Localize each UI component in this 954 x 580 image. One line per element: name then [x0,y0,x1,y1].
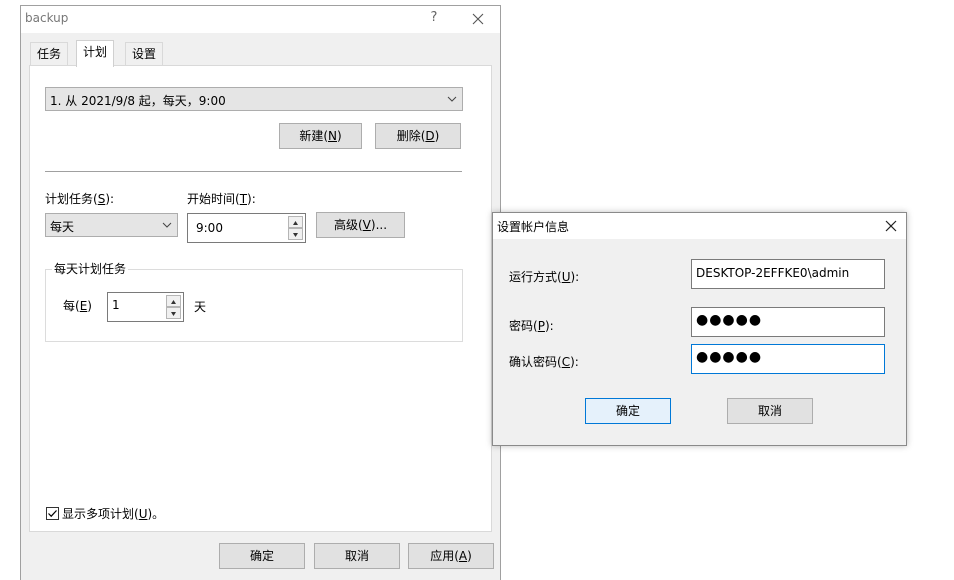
button-label-end: ) [336,129,342,143]
run-as-value: DESKTOP-2EFFKE0\admin [696,266,850,280]
new-button[interactable]: 新建(N) [279,123,362,149]
tab-label: 计划 [83,45,108,59]
dialog-ok-button[interactable]: 确定 [585,398,671,424]
spinner-arrows [166,295,181,319]
confirm-password-mask: ●●●●● [696,349,763,365]
access-key: P [537,319,545,333]
title-bar: 设置帐户信息 [493,213,906,239]
access-key: C [561,355,571,369]
label-text: 运行方式( [509,270,562,284]
label-end: )。 [147,507,165,521]
button-label: 删除( [396,129,426,143]
every-label: 每(E) [63,297,92,314]
spin-down-icon[interactable] [288,228,303,240]
task-properties-window: backup ? 任务 计划 设置 1. 从 2021/9/8 起，每天，9:0… [20,5,501,580]
help-button[interactable]: ? [426,10,442,28]
run-as-field[interactable]: DESKTOP-2EFFKE0\admin [691,259,885,289]
schedule-type-select[interactable]: 每天 [45,213,178,237]
tab-schedule[interactable]: 计划 [76,40,115,67]
spin-down-icon[interactable] [166,307,181,319]
group-title: 每天计划任务 [52,260,129,277]
confirm-password-label: 确认密码(C): [509,353,579,370]
start-time-value: 9:00 [196,221,223,235]
tab-label: 任务 [37,47,62,61]
spin-up-icon[interactable] [288,216,303,228]
day-unit-label: 天 [194,300,207,314]
label-text: 开始时间( [187,192,240,206]
show-multiple-label[interactable]: 显示多项计划(U)。 [62,505,164,522]
label-text: 计划任务( [45,192,98,206]
password-mask: ●●●●● [696,312,763,328]
password-field[interactable]: ●●●●● [691,307,885,337]
tab-panel: 1. 从 2021/9/8 起，每天，9:00 新建(N) 删除(D) 计划任务… [29,65,492,532]
window-title: backup [25,11,69,25]
schedule-select[interactable]: 1. 从 2021/9/8 起，每天，9:00 [45,87,463,111]
checkmark-icon [48,510,57,518]
schedule-type-value: 每天 [50,220,75,234]
tab-settings[interactable]: 设置 [125,42,164,66]
schedule-task-label: 计划任务(S): [45,190,114,207]
label-end: ): [570,355,579,369]
button-label-end: ) [434,129,440,143]
schedule-select-value: 1. 从 2021/9/8 起，每天，9:00 [50,94,226,108]
button-label-end: ) [467,549,472,563]
tab-task[interactable]: 任务 [30,42,69,66]
label-end: ) [87,299,92,313]
advanced-button[interactable]: 高级(V)... [316,212,405,238]
label-end: ): [570,270,580,284]
divider [45,171,462,172]
apply-button[interactable]: 应用(A) [408,543,494,569]
access-key: V [362,218,371,232]
start-time-spinner[interactable]: 9:00 [187,213,306,243]
spinner-arrows [288,216,303,240]
password-label: 密码(P): [509,317,554,334]
confirm-password-field[interactable]: ●●●●● [691,344,885,374]
show-multiple-checkbox[interactable] [46,507,59,520]
label-text: 密码( [509,319,538,333]
label-end: ): [247,192,256,206]
label-end: ): [105,192,115,206]
close-icon[interactable] [881,216,901,236]
label-text: 确认密码( [509,355,562,369]
start-time-label: 开始时间(T): [187,190,256,207]
set-account-info-dialog: 设置帐户信息 运行方式(U): DESKTOP-2EFFKE0\admin 密码… [492,212,907,446]
dialog-title: 设置帐户信息 [497,220,570,234]
label-text: 每( [63,299,80,313]
recur-days-spinner[interactable]: 1 [107,292,184,322]
label-text: 显示多项计划( [62,507,139,521]
recur-days-value: 1 [112,298,120,312]
chevron-down-icon [446,92,458,106]
close-icon[interactable] [467,8,489,30]
button-label: 高级( [333,218,363,232]
run-as-label: 运行方式(U): [509,268,579,285]
button-label-end: )... [370,218,388,232]
access-key: T [239,192,248,206]
tab-label: 设置 [132,47,157,61]
delete-button[interactable]: 删除(D) [375,123,461,149]
spin-up-icon[interactable] [166,295,181,307]
button-label: 应用( [430,549,459,563]
dialog-cancel-button[interactable]: 取消 [727,398,813,424]
cancel-button[interactable]: 取消 [314,543,400,569]
title-bar: backup ? [21,6,500,33]
label-end: ): [544,319,554,333]
button-label: 新建( [299,129,328,143]
access-key: N [328,129,337,143]
access-key: A [458,549,468,563]
access-key: D [425,129,435,143]
chevron-down-icon [161,218,173,232]
ok-button[interactable]: 确定 [219,543,305,569]
